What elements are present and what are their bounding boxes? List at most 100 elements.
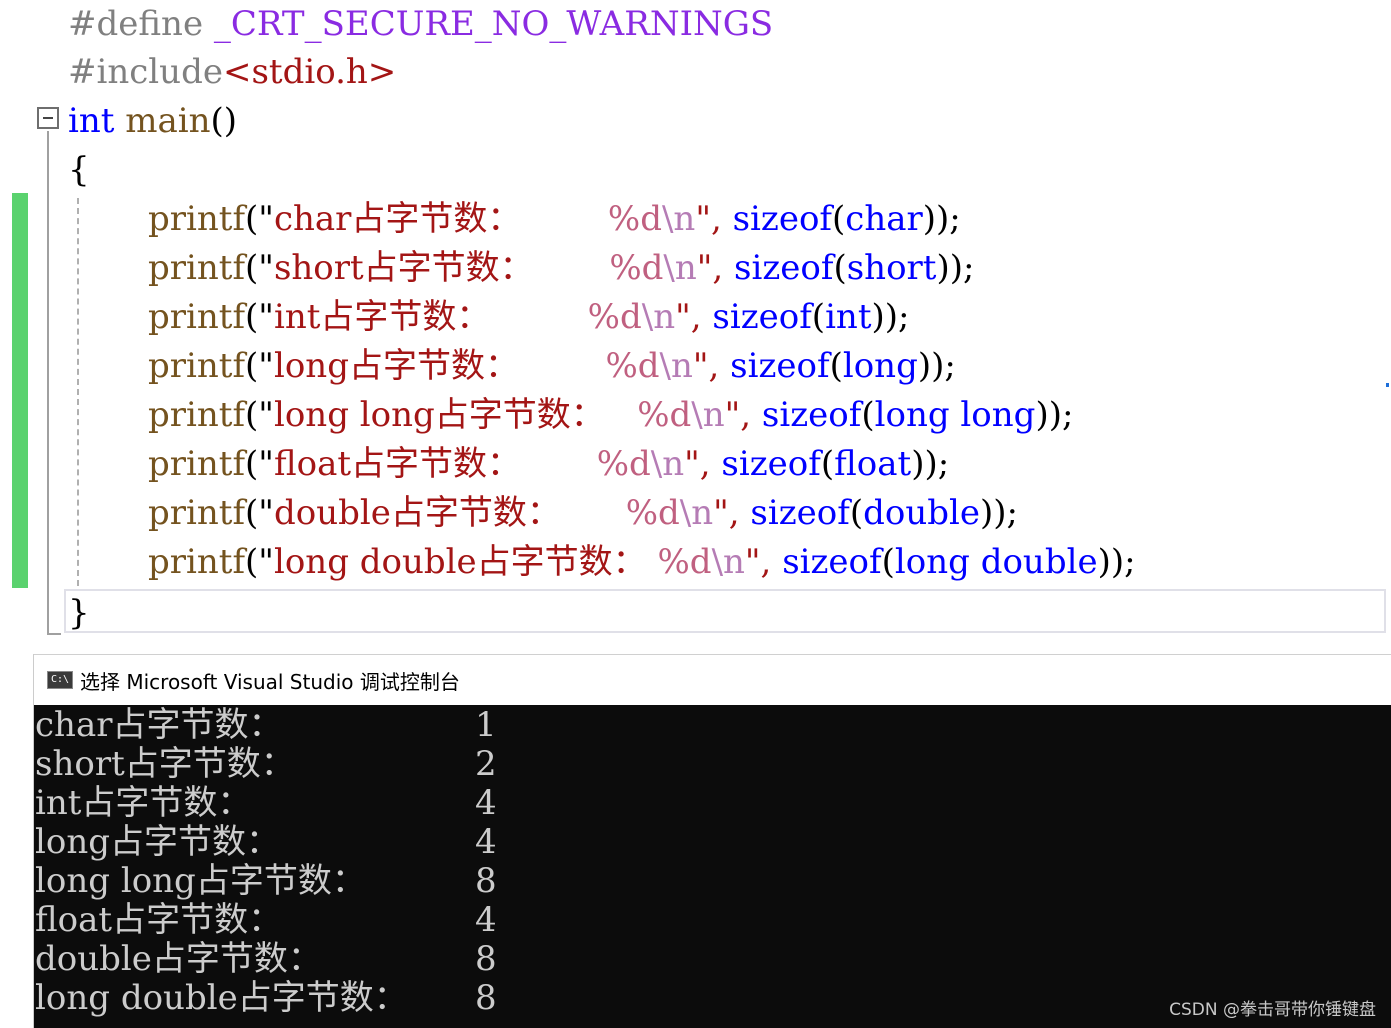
statement-end: )); [922,199,961,239]
format-specifier: %d [657,542,712,582]
open-paren-quote: (" [245,395,274,435]
output-value: 2 [475,744,497,784]
paren: ( [881,542,895,582]
paren: ( [832,199,846,239]
keyword: int [68,101,115,141]
output-label: int占字节数： [35,783,252,823]
change-indicator-bar [12,193,28,588]
console-output-row: char占字节数： 1 [35,706,1391,745]
string-close: ", [692,346,720,386]
console-output-row: long long占字节数： 8 [35,862,1391,901]
code-editor[interactable]: #define _CRT_SECURE_NO_WARNINGS #include… [0,0,1391,650]
type-name: double [863,493,981,533]
string-close: ", [696,248,724,288]
type-name: long double [894,542,1098,582]
function-name: printf [148,395,246,435]
function-name: printf [148,297,246,337]
code-line-printf[interactable]: printf("short占字节数： %d\n", sizeof(short))… [68,244,974,293]
open-paren-quote: (" [245,346,274,386]
preprocessor-directive: #include [68,52,223,92]
code-line-printf[interactable]: printf("long占字节数： %d\n", sizeof(long)); [68,342,956,391]
scroll-marker [1386,383,1389,387]
debug-console-window[interactable]: C:\ 选择 Microsoft Visual Studio 调试控制台 cha… [33,654,1391,1028]
console-titlebar[interactable]: C:\ 选择 Microsoft Visual Studio 调试控制台 [34,654,1391,705]
statement-end: )); [1097,542,1136,582]
sizeof-keyword: sizeof [761,395,862,435]
string-label: short占字节数： [273,248,534,288]
statement-end: )); [936,248,975,288]
code-line-main[interactable]: int main() [68,97,237,146]
paren: ( [833,248,847,288]
output-label: long double占字节数： [35,978,408,1018]
code-line-include[interactable]: #include<stdio.h> [68,48,396,97]
escape-sequence: \n [691,395,725,435]
fold-guide-line [47,131,49,635]
format-specifier: %d [605,346,660,386]
string-padding [521,199,607,239]
string-close: ", [695,199,722,239]
string-padding [647,542,658,582]
format-specifier: %d [596,444,651,484]
code-line-printf[interactable]: printf("float占字节数： %d\n", sizeof(float))… [68,440,949,489]
code-line-open-brace[interactable]: { [68,146,90,195]
output-value: 4 [475,783,497,823]
macro-name: _CRT_SECURE_NO_WARNINGS [213,4,774,44]
function-name: printf [148,199,246,239]
escape-sequence: \n [659,346,693,386]
function-name: printf [148,444,246,484]
output-label: long占字节数： [35,822,281,862]
paren: ( [811,297,826,337]
sizeof-keyword: sizeof [730,346,830,386]
output-label: char占字节数： [35,705,283,745]
output-value: 8 [475,978,497,1018]
code-line-define[interactable]: #define _CRT_SECURE_NO_WARNINGS [68,0,773,49]
parens: () [210,101,238,141]
sizeof-keyword: sizeof [712,297,812,337]
paren: ( [820,444,835,484]
code-line-printf[interactable]: printf("long long占字节数： %d\n", sizeof(lon… [68,391,1073,440]
console-output-row: float占字节数： 4 [35,901,1391,940]
format-specifier: %d [637,395,692,435]
statement-end: )); [1035,395,1074,435]
code-line-printf[interactable]: printf("double占字节数： %d\n", sizeof(double… [68,489,1018,538]
statement-end: )); [980,493,1018,533]
string-padding [561,493,626,533]
string-label: int占字节数： [273,297,491,337]
string-label: float占字节数： [273,444,522,484]
console-output-row: long占字节数： 4 [35,823,1391,862]
string-close: ", [675,297,702,337]
code-line-printf[interactable]: printf("int占字节数： %d\n", sizeof(int)); [68,293,909,342]
string-close: ", [724,395,752,435]
sizeof-keyword: sizeof [750,493,850,533]
output-label: short占字节数： [35,744,295,784]
console-output[interactable]: char占字节数： 1 short占字节数： 2 int占字节数： 4 long占字节数： 4… [35,706,1391,1018]
string-label: char占字节数： [273,199,522,239]
string-close: ", [684,444,711,484]
type-name: short [846,248,937,288]
type-name: char [845,199,923,239]
output-value: 1 [475,705,497,745]
string-label: long long占字节数： [273,395,605,435]
sizeof-keyword: sizeof [721,444,821,484]
function-name: main [125,101,211,141]
collapse-icon[interactable] [37,107,59,129]
string-padding [521,444,597,484]
current-line-highlight [64,589,1386,633]
console-output-row: int占字节数： 4 [35,784,1391,823]
open-paren-quote: (" [245,199,274,239]
type-name: long long [874,395,1036,435]
preprocessor-directive: #define [68,4,204,44]
sizeof-keyword: sizeof [782,542,882,582]
code-line-close-brace[interactable]: } [68,589,90,638]
open-paren-quote: (" [245,444,274,484]
output-value: 8 [475,861,497,901]
string-padding [519,346,605,386]
console-title: 选择 Microsoft Visual Studio 调试控制台 [80,669,460,694]
output-value: 4 [475,822,497,862]
function-name: printf [148,542,246,582]
paren: ( [849,493,864,533]
string-label: double占字节数： [273,493,561,533]
function-name: printf [148,493,246,533]
code-line-printf[interactable]: printf("char占字节数： %d\n", sizeof(char)); [68,195,961,244]
code-line-printf[interactable]: printf("long double占字节数： %d\n", sizeof(l… [68,538,1136,587]
